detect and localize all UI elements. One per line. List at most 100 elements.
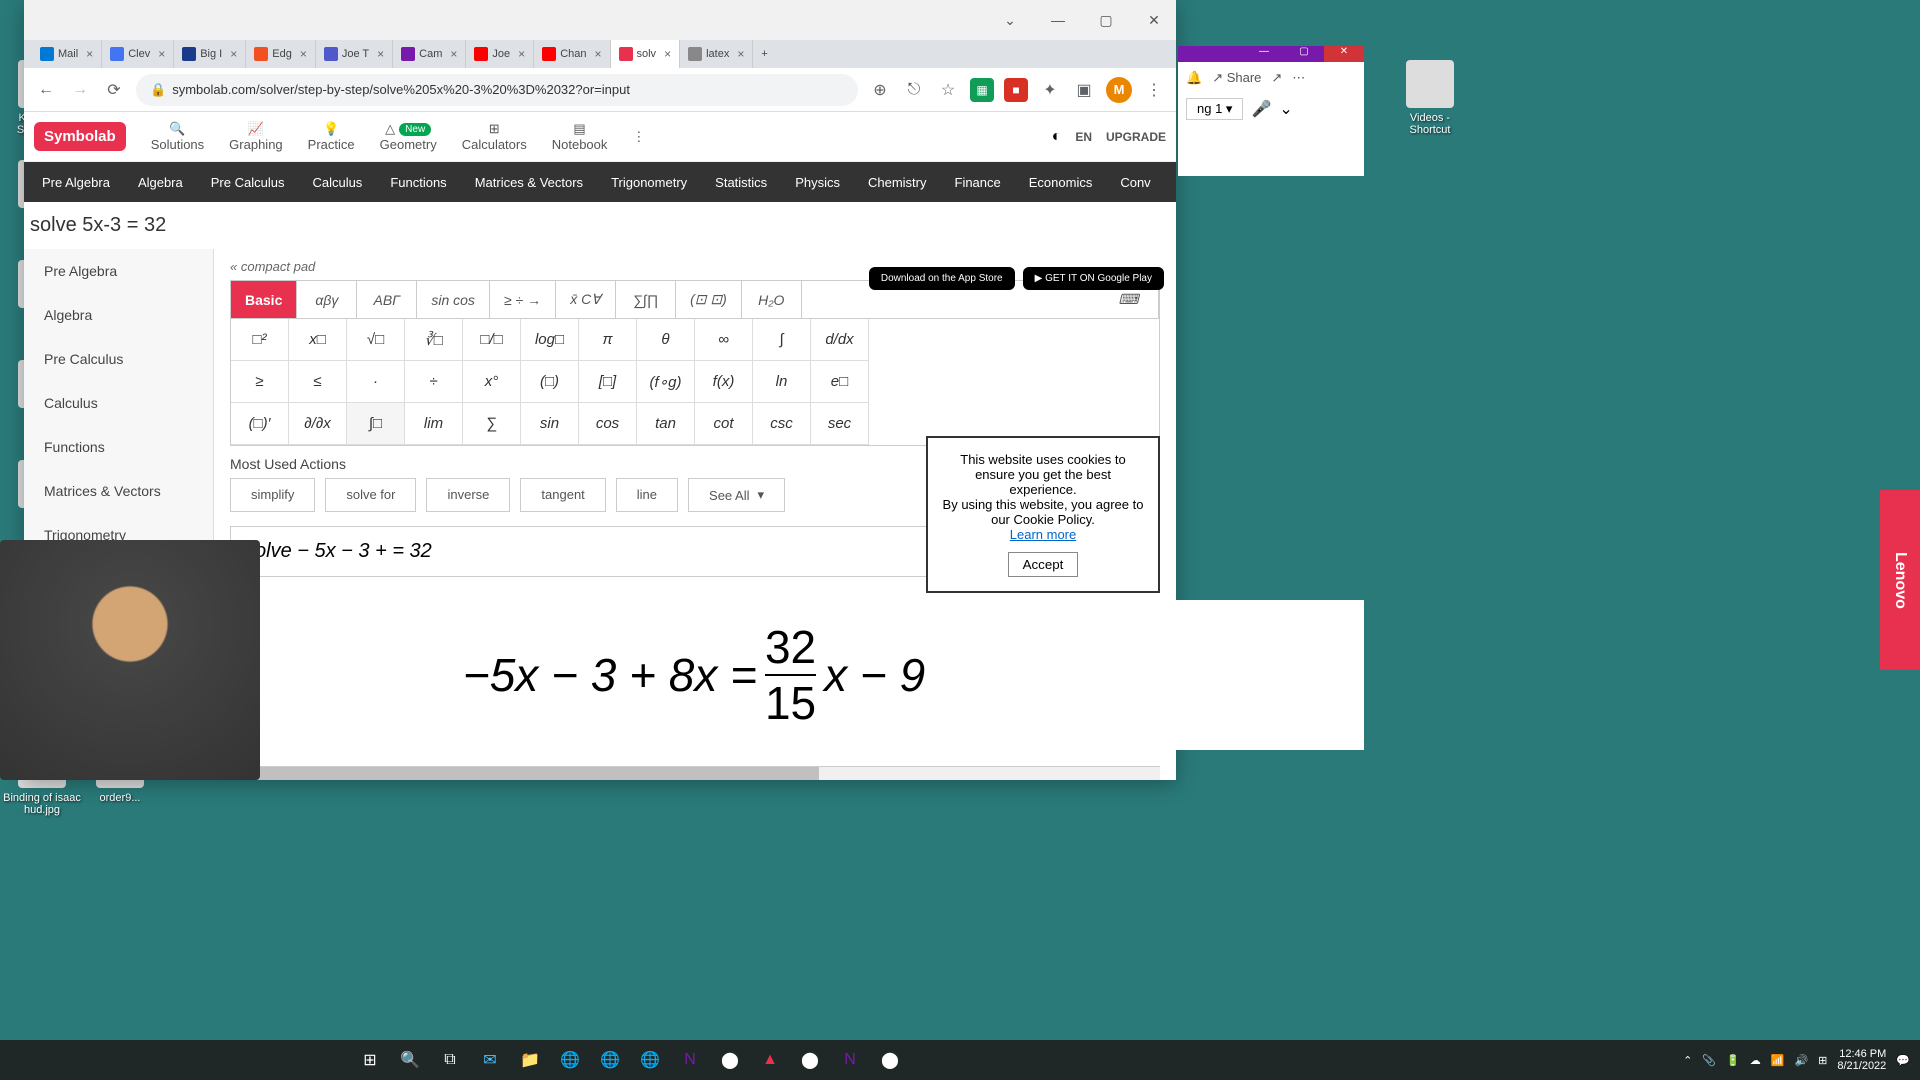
- menu-icon[interactable]: ⋮: [1142, 78, 1166, 102]
- key-cot[interactable]: cot: [695, 403, 753, 445]
- action-inverse[interactable]: inverse: [426, 478, 510, 512]
- onenote-icon[interactable]: N: [672, 1042, 708, 1078]
- play-store-badge[interactable]: ▶ GET IT ON Google Play: [1023, 267, 1164, 290]
- nav-practice[interactable]: 💡Practice: [308, 121, 355, 152]
- keypad-tab-trig[interactable]: sin cos: [417, 281, 490, 318]
- action-simplify[interactable]: simplify: [230, 478, 315, 512]
- key-cos[interactable]: cos: [579, 403, 637, 445]
- key-partial[interactable]: ∂/∂x: [289, 403, 347, 445]
- key-sin[interactable]: sin: [521, 403, 579, 445]
- key-sum[interactable]: ∑: [463, 403, 521, 445]
- key-int[interactable]: ∫: [753, 319, 811, 361]
- key-ln[interactable]: ln: [753, 361, 811, 403]
- language-select[interactable]: EN: [1075, 130, 1092, 144]
- keypad-tab-calc[interactable]: ∑∫∏: [616, 281, 676, 318]
- share-button[interactable]: ↗ Share: [1212, 70, 1261, 86]
- theme-toggle[interactable]: ◐: [1052, 128, 1062, 146]
- zoom-icon[interactable]: ⊕: [868, 78, 892, 102]
- tab-clever[interactable]: Clev×: [102, 40, 174, 68]
- mail-icon[interactable]: ✉: [472, 1042, 508, 1078]
- key-tan[interactable]: tan: [637, 403, 695, 445]
- key-nroot[interactable]: ∛□: [405, 319, 463, 361]
- key-div[interactable]: ÷: [405, 361, 463, 403]
- app-icon[interactable]: ⬤: [712, 1042, 748, 1078]
- subject-item[interactable]: Economics: [1015, 175, 1107, 190]
- tray-icon[interactable]: 📎: [1702, 1054, 1716, 1067]
- key-sqrt[interactable]: √□: [347, 319, 405, 361]
- nav-calculators[interactable]: ⊞Calculators: [462, 121, 527, 152]
- notifications-icon[interactable]: 💬: [1896, 1054, 1910, 1067]
- key-fx[interactable]: f(x): [695, 361, 753, 403]
- subject-item[interactable]: Physics: [781, 175, 854, 190]
- action-solvefor[interactable]: solve for: [325, 478, 416, 512]
- see-all-button[interactable]: See All▾: [688, 478, 785, 512]
- profile-avatar[interactable]: M: [1106, 77, 1132, 103]
- nav-graphing[interactable]: 📈Graphing: [229, 121, 282, 152]
- key-inf[interactable]: ∞: [695, 319, 753, 361]
- minimize-button[interactable]: —: [1044, 6, 1072, 34]
- keypad-tab-stats[interactable]: x̄ C∀: [556, 281, 616, 318]
- key-frac[interactable]: □/□: [463, 319, 521, 361]
- tab-mail[interactable]: Mail×: [32, 40, 102, 68]
- wifi-icon[interactable]: 📶: [1771, 1054, 1785, 1067]
- key-sec[interactable]: sec: [811, 403, 869, 445]
- subject-item[interactable]: Pre Calculus: [197, 175, 299, 190]
- expand-icon[interactable]: ↗: [1271, 70, 1282, 86]
- onenote-window[interactable]: — ▢ ✕ 🔔 ↗ Share ↗ ⋯ ng 1 ▾ 🎤 ⌄: [1178, 46, 1364, 176]
- mic-icon[interactable]: 🎤: [1251, 99, 1271, 119]
- lenovo-tag[interactable]: Lenovo: [1880, 490, 1920, 670]
- steam-icon[interactable]: ⬤: [792, 1042, 828, 1078]
- key-paren[interactable]: (□): [521, 361, 579, 403]
- nav-geometry[interactable]: △NewGeometry: [380, 121, 437, 152]
- upgrade-button[interactable]: UPGRADE: [1106, 130, 1166, 144]
- key-bracket[interactable]: [□]: [579, 361, 637, 403]
- tray-icon[interactable]: ⊞: [1818, 1054, 1827, 1067]
- forward-button[interactable]: →: [68, 78, 92, 102]
- explorer-icon[interactable]: 📁: [512, 1042, 548, 1078]
- tab-edge[interactable]: Edg×: [246, 40, 316, 68]
- nav-solutions[interactable]: 🔍Solutions: [151, 121, 204, 152]
- key-gte[interactable]: ≥: [231, 361, 289, 403]
- chrome-icon-2[interactable]: 🌐: [592, 1042, 628, 1078]
- star-icon[interactable]: ☆: [936, 78, 960, 102]
- key-sq[interactable]: □²: [231, 319, 289, 361]
- key-dot[interactable]: ·: [347, 361, 405, 403]
- keypad-tab-matrix[interactable]: (⊡ ⊡): [676, 281, 742, 318]
- sidebar-item[interactable]: Pre Algebra: [24, 249, 213, 293]
- sidebar-item[interactable]: Calculus: [24, 381, 213, 425]
- subject-item[interactable]: Chemistry: [854, 175, 941, 190]
- back-button[interactable]: ←: [34, 78, 58, 102]
- sidebar-item[interactable]: Functions: [24, 425, 213, 469]
- keypad-tab-chem[interactable]: H₂O: [742, 281, 802, 318]
- key-lte[interactable]: ≤: [289, 361, 347, 403]
- key-e[interactable]: e□: [811, 361, 869, 403]
- key-csc[interactable]: csc: [753, 403, 811, 445]
- keypad-tab-greek[interactable]: αβγ: [297, 281, 357, 318]
- learn-more-link[interactable]: Learn more: [1010, 527, 1076, 542]
- chrome-icon[interactable]: 🌐: [552, 1042, 588, 1078]
- keypad-tab-basic[interactable]: Basic: [231, 281, 297, 318]
- tab-latex[interactable]: latex×: [680, 40, 753, 68]
- keypad-tab-ops[interactable]: ≥ ÷ →: [490, 281, 556, 318]
- desktop-icon[interactable]: Videos - Shortcut: [1390, 60, 1470, 136]
- close-icon[interactable]: ✕: [1324, 46, 1364, 62]
- min-icon[interactable]: —: [1244, 46, 1284, 62]
- max-icon[interactable]: ▢: [1284, 46, 1324, 62]
- url-input[interactable]: 🔒symbolab.com/solver/step-by-step/solve%…: [136, 74, 858, 106]
- key-defint[interactable]: ∫□: [347, 403, 405, 445]
- app-store-badge[interactable]: Download on the App Store: [869, 267, 1015, 290]
- key-theta[interactable]: θ: [637, 319, 695, 361]
- search-icon[interactable]: 🔍: [392, 1042, 428, 1078]
- onenote-icon-2[interactable]: N: [832, 1042, 868, 1078]
- extensions-icon[interactable]: ✦: [1038, 78, 1062, 102]
- sidebar-item[interactable]: Algebra: [24, 293, 213, 337]
- tray-chevron-icon[interactable]: ⌃: [1683, 1054, 1692, 1067]
- key-deg[interactable]: x°: [463, 361, 521, 403]
- reload-button[interactable]: ⟳: [102, 78, 126, 102]
- close-button[interactable]: ✕: [1140, 6, 1168, 34]
- sidebar-item[interactable]: Matrices & Vectors: [24, 469, 213, 513]
- chevron-down-icon[interactable]: ⌄: [996, 6, 1024, 34]
- tray-icon[interactable]: ☁: [1750, 1054, 1761, 1067]
- key-lim[interactable]: lim: [405, 403, 463, 445]
- sidepanel-icon[interactable]: ▣: [1072, 78, 1096, 102]
